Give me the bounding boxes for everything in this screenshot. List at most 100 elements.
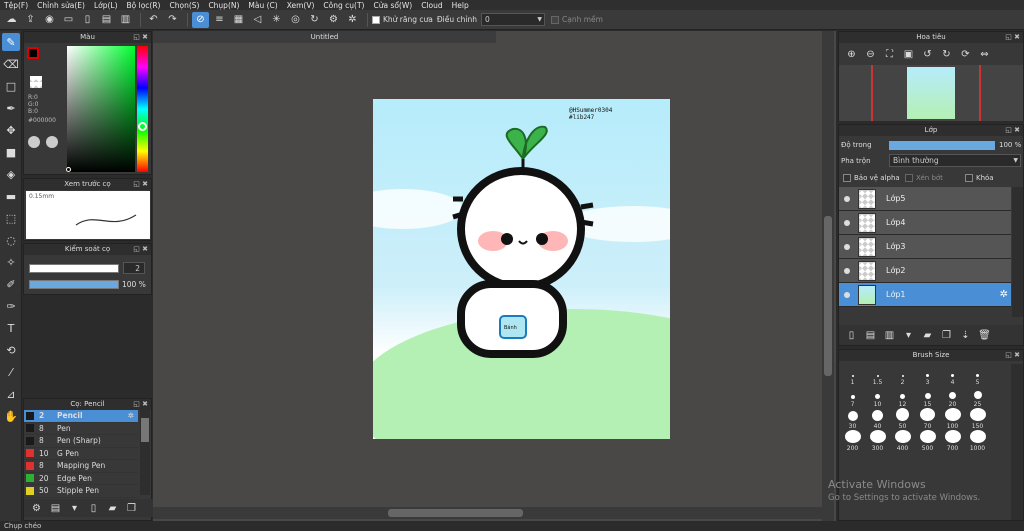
brush-item-selected[interactable]: 2 Pencil ✲ [24,410,138,423]
layer-row[interactable]: Lớp2 [839,259,1011,283]
eye-icon[interactable] [844,291,850,298]
save-icon[interactable]: ▥ [117,12,134,28]
brush-item[interactable]: 20 Edge Pen [24,473,138,485]
new-layer-1bit-icon[interactable]: ▥ [881,327,898,343]
foreground-color-swatch[interactable] [27,47,39,59]
brush-size-cell[interactable]: 500 [915,430,940,452]
brush-size-cell[interactable]: 7 [840,386,865,408]
snap-options-icon[interactable]: ✲ [344,12,361,28]
brush-size-cell[interactable]: 4 [940,364,965,386]
brush-size-cell[interactable]: 400 [890,430,915,452]
brush-size-cell[interactable]: 1000 [965,430,990,452]
layer-opacity-slider[interactable] [889,141,995,150]
panel-controls-icon[interactable]: ◱ ✖ [133,399,148,410]
brush-size-cell[interactable]: 100 [940,408,965,430]
brush-item[interactable]: 50 Stipple Pen [24,485,138,498]
open-file-icon[interactable]: ▤ [98,12,115,28]
panel-controls-icon[interactable]: ◱ ✖ [133,32,148,43]
brush-opacity-slider[interactable] [29,280,119,289]
hand-tool-icon[interactable]: ✋ [2,407,20,425]
panel-controls-icon[interactable]: ◱ ✖ [1005,125,1020,136]
snap-settings-icon[interactable]: ⚙ [325,12,342,28]
adjust-dropdown[interactable]: 0 ▼ [481,13,545,26]
lock-check[interactable] [965,174,973,182]
eye-icon[interactable] [844,243,850,250]
layer-list-scrollbar[interactable] [1012,187,1023,317]
brush-item[interactable]: 8 Mapping Pen [24,460,138,473]
share-icon[interactable]: ⇪ [22,12,39,28]
eye-icon[interactable] [844,219,850,226]
antialias-check[interactable] [372,15,380,24]
color-saturation-picker[interactable] [67,46,135,172]
brush-size-scrollbar[interactable] [1011,364,1023,520]
clipping-checkbox[interactable]: Xén bớt [905,174,943,182]
comment-icon[interactable]: ▭ [60,12,77,28]
new-layer-8bit-icon[interactable]: ▤ [862,327,879,343]
select-rect-tool-icon[interactable]: ⬚ [2,209,20,227]
menu-cloud[interactable]: Cloud [421,1,442,10]
duplicate-layer-icon[interactable]: ❐ [938,327,955,343]
panel-controls-icon[interactable]: ◱ ✖ [133,179,148,190]
canvas-horizontal-scrollbar[interactable] [153,507,823,519]
protect-alpha-check[interactable] [843,174,851,182]
brush-size-cell[interactable]: 150 [965,408,990,430]
panel-controls-icon[interactable]: ◱ ✖ [1005,350,1020,361]
eye-icon[interactable] [844,195,850,202]
zoom-out-icon[interactable]: ⊖ [862,46,879,62]
brush-size-slider[interactable] [29,264,119,273]
new-file-icon[interactable]: ▯ [79,12,96,28]
brush-size-cell[interactable]: 40 [865,408,890,430]
antialias-checkbox[interactable]: Khử răng cưa [372,15,433,24]
gradient-tool-icon[interactable]: ▬ [2,187,20,205]
color-picker-handle[interactable] [66,167,71,172]
brush-item[interactable]: 8 Pen (Sharp) [24,435,138,448]
new-layer-icon[interactable]: ▯ [843,327,860,343]
eye-icon[interactable] [844,267,850,274]
snap-grid-icon[interactable]: ▦ [230,12,247,28]
snap-parallel-icon[interactable]: ≡ [211,12,228,28]
brush-dropdown-icon[interactable]: ▾ [66,500,83,516]
magic-wand-tool-icon[interactable]: ✧ [2,253,20,271]
panel-controls-icon[interactable]: ◱ ✖ [133,244,148,255]
fit-icon[interactable]: ⛶ [881,46,898,62]
color-settings-icon[interactable] [46,136,58,148]
chat-icon[interactable]: ◉ [41,12,58,28]
brush-size-cell[interactable]: 20 [940,386,965,408]
layer-row[interactable]: Lớp5 [839,187,1011,211]
menu-tools[interactable]: Công cụ(T) [323,1,364,10]
protect-alpha-checkbox[interactable]: Bảo vệ alpha [843,174,900,182]
rotate-right-icon[interactable]: ↻ [938,46,955,62]
snap-radial-icon[interactable]: ✳ [268,12,285,28]
brush-settings-icon[interactable]: ⚙ [28,500,45,516]
menu-select[interactable]: Chọn(S) [169,1,199,10]
merge-layer-icon[interactable]: ⇣ [957,327,974,343]
layer-row-selected[interactable]: Lớp1 ✲ [839,283,1011,307]
layer-row[interactable]: Lớp3 [839,235,1011,259]
select-eraser-tool-icon[interactable]: ✑ [2,297,20,315]
artwork-canvas[interactable]: @HSummer0304 #lib247 Bánh [373,99,670,439]
pipette-tool-icon[interactable]: ⊿ [2,385,20,403]
edge-check[interactable] [551,15,559,24]
scrollbar-thumb[interactable] [141,418,149,442]
brush-size-cell[interactable]: 70 [915,408,940,430]
divide-tool-icon[interactable]: ⟲ [2,341,20,359]
undo-icon[interactable]: ↶ [145,12,162,28]
brush-list-scrollbar[interactable] [140,410,150,495]
bucket-tool-icon[interactable]: ◈ [2,165,20,183]
lock-checkbox[interactable]: Khóa [965,174,994,182]
hue-slider[interactable] [137,46,148,172]
navigator-preview[interactable] [839,65,1023,121]
panel-controls-icon[interactable]: ◱ ✖ [1005,32,1020,43]
duplicate-icon[interactable]: ❐ [123,500,140,516]
flip-icon[interactable]: ⇔ [976,46,993,62]
layer-options-dropdown-icon[interactable]: ▾ [900,327,917,343]
snap-circle-icon[interactable]: ◎ [287,12,304,28]
select-pen-tool-icon[interactable]: ✐ [2,275,20,293]
brush-size-cell[interactable]: 2 [890,364,915,386]
eraser-tool-icon[interactable]: ⌫ [2,55,20,73]
brush-size-cell[interactable]: 1.5 [865,364,890,386]
redo-icon[interactable]: ↷ [164,12,181,28]
folder-icon[interactable]: ▰ [104,500,121,516]
eyedropper-tool-icon[interactable]: ⁄ [2,363,20,381]
gear-icon[interactable]: ✲ [1000,289,1008,300]
